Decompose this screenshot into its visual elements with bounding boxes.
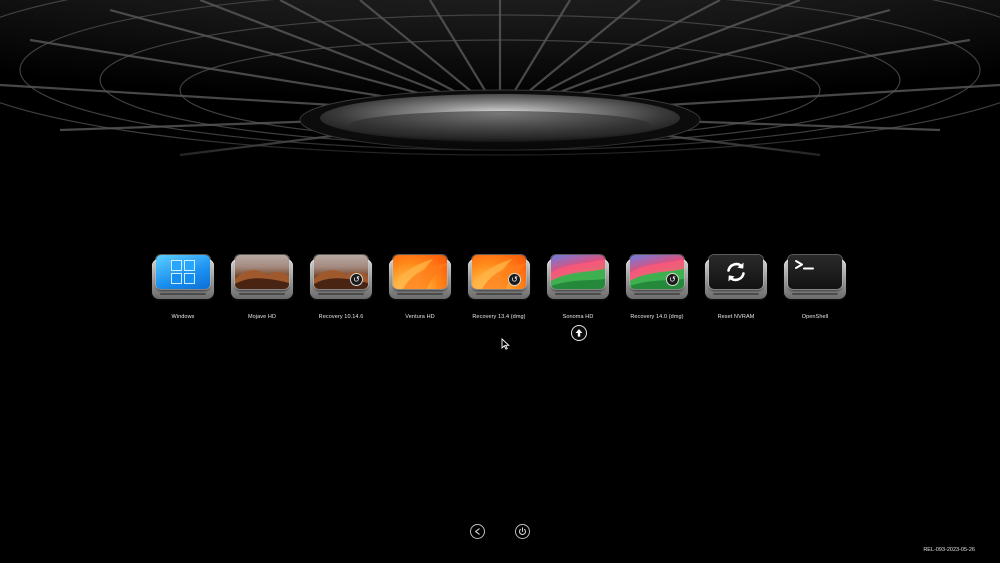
boot-entry-openshell[interactable]: OpenShell [782,255,848,320]
drive-icon: ↺ [310,255,372,299]
reset-nvram-arrows-icon [709,255,763,289]
boot-entry-label: Ventura HD [405,314,435,320]
boot-entry-label: Recovery 10.14.6 [318,314,364,320]
recovery-clock-icon: ↺ [350,273,363,286]
boot-entry-label: Windows [171,314,195,320]
restart-icon [475,528,480,535]
drive-icon [152,255,214,299]
up-arrow-icon [571,325,587,341]
boot-entry-recovery-14-0-dmg[interactable]: ↺ Recovery 14.0 (dmg) [624,255,690,320]
sonoma-hills-icon: ↺ [630,255,684,289]
boot-entry-recovery-13-4-dmg[interactable]: ↺ Recovery 13.4 (dmg) [466,255,532,320]
boot-entry-reset-nvram[interactable]: Reset NVRAM [703,255,769,320]
drive-icon [547,255,609,299]
power-icon [518,527,527,536]
drive-icon [705,255,767,299]
boot-entry-label: Recovery 13.4 (dmg) [472,314,526,320]
boot-entry-sonoma-hd[interactable]: Sonoma HD [545,255,611,320]
mojave-dunes-icon [235,255,289,289]
drive-icon [389,255,451,299]
boot-entry-windows[interactable]: Windows [150,255,216,320]
boot-entry-label: Mojave HD [247,314,277,320]
boot-entry-label: Recovery 14.0 (dmg) [630,314,684,320]
recovery-clock-icon: ↺ [508,273,521,286]
mouse-cursor-icon [501,338,510,350]
drive-icon [231,255,293,299]
ventura-wave-icon [393,255,447,289]
boot-entry-recovery-10-14-6[interactable]: ↺ Recovery 10.14.6 [308,255,374,320]
ceiling-background-art [0,0,1000,175]
windows-logo-icon [156,255,210,289]
drive-icon: ↺ [626,255,688,299]
mojave-dunes-icon: ↺ [314,255,368,289]
recovery-clock-icon: ↺ [666,273,679,286]
sonoma-hills-icon [551,255,605,289]
boot-picker-screen: Windows Mojave HD ↺ Recovery 10.14.6 Ventura… [0,0,1000,563]
drive-icon [784,255,846,299]
boot-entry-mojave-hd[interactable]: Mojave HD [229,255,295,320]
restart-button[interactable] [470,524,485,539]
ventura-wave-icon: ↺ [472,255,526,289]
boot-entry-label: Reset NVRAM [717,314,755,320]
version-string: REL-093-2023-05-26 [923,547,975,553]
boot-entries-row: Windows Mojave HD ↺ Recovery 10.14.6 Ventura… [150,255,850,345]
boot-entry-label: Sonoma HD [562,314,594,320]
boot-entry-ventura-hd[interactable]: Ventura HD [387,255,453,320]
shutdown-button[interactable] [515,524,530,539]
terminal-prompt-icon [788,255,842,289]
drive-icon: ↺ [468,255,530,299]
boot-entry-label: OpenShell [801,314,829,320]
